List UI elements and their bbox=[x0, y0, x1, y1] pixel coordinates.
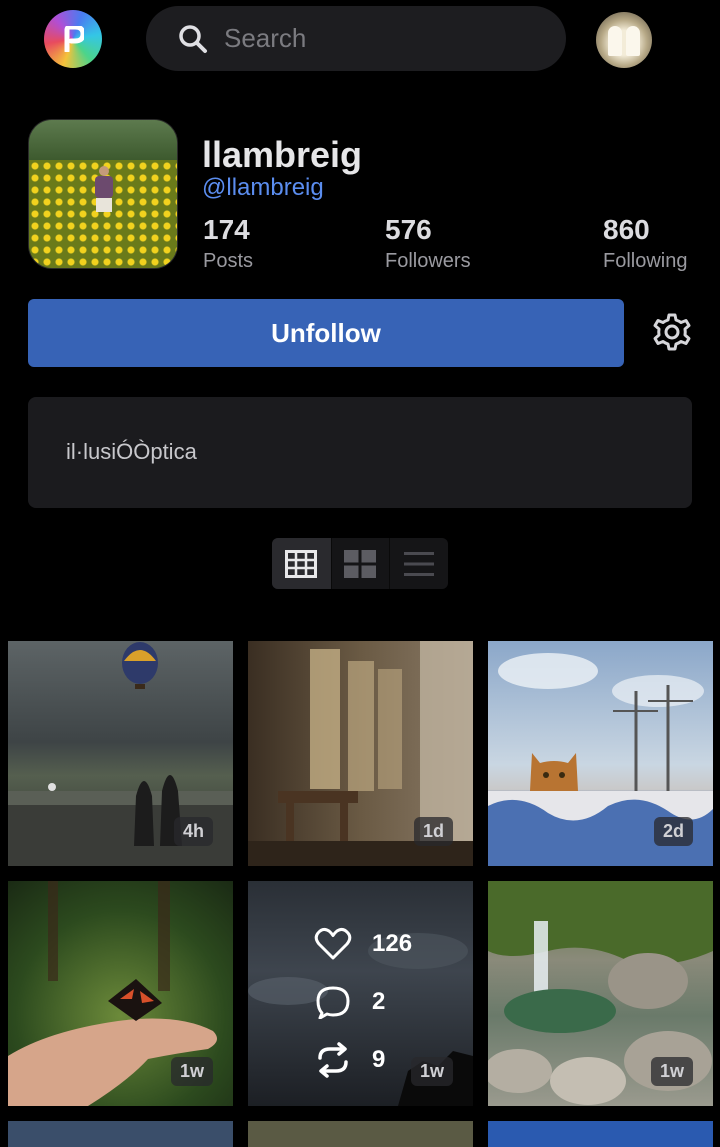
post-tile-partial[interactable] bbox=[488, 1121, 713, 1147]
app-logo-icon[interactable] bbox=[44, 10, 102, 68]
view-grid-small-button[interactable] bbox=[272, 538, 331, 589]
post-stats-overlay: 126 2 9 bbox=[314, 915, 412, 1089]
likes-count: 126 bbox=[372, 930, 413, 957]
post-age-badge: 4h bbox=[173, 817, 213, 846]
view-list-button[interactable] bbox=[389, 538, 448, 589]
view-switcher bbox=[272, 538, 448, 589]
stat-posts-label: Posts bbox=[203, 250, 254, 272]
repost-icon bbox=[318, 1042, 348, 1078]
post-tile-partial[interactable] bbox=[248, 1121, 473, 1147]
top-bar bbox=[0, 0, 720, 80]
post-tile[interactable]: 2d bbox=[488, 641, 713, 866]
post-tile[interactable]: 1w bbox=[488, 881, 713, 1106]
bio-box: il·lusiÓÒptica bbox=[28, 397, 692, 508]
profile-avatar bbox=[28, 119, 178, 269]
stat-followers-label: Followers bbox=[385, 250, 471, 272]
search-icon bbox=[179, 24, 207, 53]
post-tile[interactable]: 126 2 9 1w bbox=[248, 881, 473, 1106]
stat-followers-value: 576 bbox=[385, 214, 432, 245]
reposts-count: 9 bbox=[372, 1046, 386, 1073]
stat-posts[interactable]: 174 Posts bbox=[203, 214, 253, 273]
stat-following[interactable]: 860 Following bbox=[603, 214, 687, 273]
grid-3x3-icon bbox=[285, 549, 318, 578]
grid-2x2-icon bbox=[344, 549, 377, 578]
search-bar[interactable] bbox=[146, 6, 566, 71]
post-age-badge: 1w bbox=[650, 1057, 693, 1086]
likes-row: 126 bbox=[314, 915, 412, 973]
post-age-badge: 1w bbox=[410, 1057, 453, 1086]
comments-count: 2 bbox=[372, 988, 386, 1015]
stat-following-value: 860 bbox=[603, 214, 650, 245]
bio-text: il·lusiÓÒptica bbox=[66, 439, 197, 464]
post-tile-partial[interactable] bbox=[8, 1121, 233, 1147]
profile-name: llambreig bbox=[202, 134, 363, 175]
stat-following-label: Following bbox=[603, 250, 688, 272]
stat-followers[interactable]: 576 Followers bbox=[385, 214, 471, 273]
comment-bubble-icon bbox=[316, 986, 350, 1019]
settings-gear-icon[interactable] bbox=[652, 312, 692, 352]
post-age-badge: 2d bbox=[653, 817, 693, 846]
post-age-badge: 1d bbox=[413, 817, 453, 846]
post-tile[interactable]: 4h bbox=[8, 641, 233, 866]
post-tile[interactable]: 1d bbox=[248, 641, 473, 866]
profile-handle: @llambreig bbox=[202, 174, 324, 201]
search-input[interactable] bbox=[224, 23, 524, 54]
post-age-badge: 1w bbox=[170, 1057, 213, 1086]
comments-row: 2 bbox=[314, 973, 412, 1031]
post-tile[interactable]: 1w bbox=[8, 881, 233, 1106]
list-icon bbox=[404, 551, 435, 576]
heart-icon bbox=[314, 927, 352, 960]
account-avatar[interactable] bbox=[596, 12, 652, 68]
reposts-row: 9 bbox=[314, 1031, 412, 1089]
unfollow-button[interactable]: Unfollow bbox=[28, 299, 624, 367]
view-grid-large-button[interactable] bbox=[330, 538, 390, 589]
stat-posts-value: 174 bbox=[203, 214, 250, 245]
